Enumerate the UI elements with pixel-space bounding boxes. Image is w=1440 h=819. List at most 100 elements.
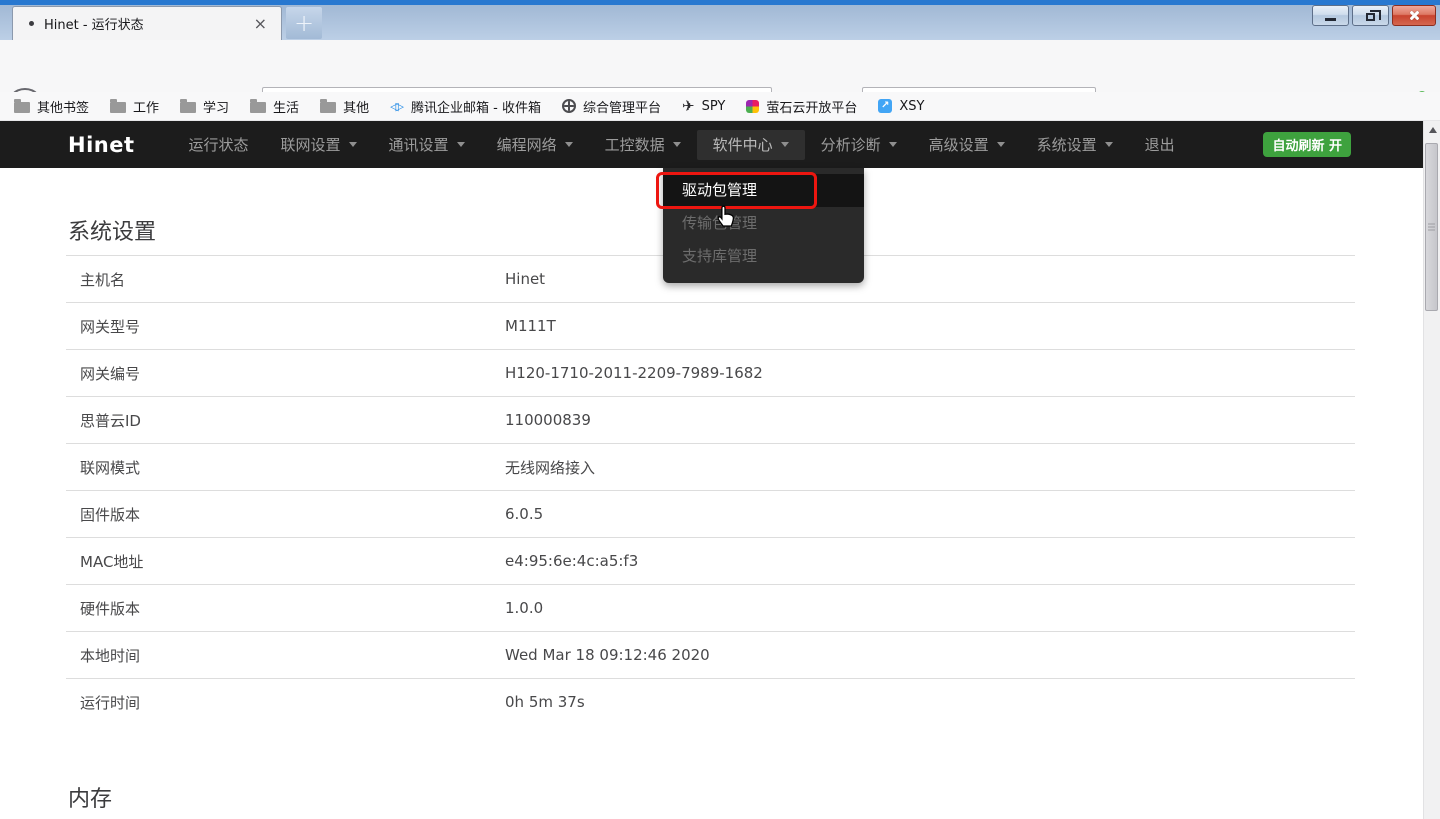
mouse-cursor-icon: [714, 201, 737, 228]
bookmark-icon: [110, 102, 126, 113]
nav-item[interactable]: 软件中心: [697, 130, 805, 160]
chevron-down-icon: [781, 142, 789, 147]
window-titlebar: Hinet - 运行状态 × +: [0, 0, 1440, 40]
nav-item-label: 工控数据: [605, 134, 665, 155]
browser-tab[interactable]: Hinet - 运行状态 ×: [12, 6, 282, 40]
bookmark-item[interactable]: 萤石云开放平台: [746, 97, 857, 116]
nav-item[interactable]: 通讯设置: [373, 130, 481, 160]
nav-item-label: 运行状态: [189, 134, 249, 155]
row-value: e4:95:6e:4c:a5:f3: [505, 552, 638, 570]
nav-item-label: 联网设置: [281, 134, 341, 155]
nav-item[interactable]: 运行状态: [173, 130, 265, 160]
nav-item[interactable]: 联网设置: [265, 130, 373, 160]
row-label: 运行时间: [66, 692, 505, 713]
table-row: 联网模式 无线网络接入: [66, 443, 1355, 490]
memory-section-title: 内存: [68, 781, 112, 813]
nav-item-label: 分析诊断: [821, 134, 881, 155]
bookmark-label: 学习: [203, 97, 229, 116]
bookmark-label: 萤石云开放平台: [766, 97, 857, 116]
close-button[interactable]: [1392, 5, 1436, 26]
bookmark-item[interactable]: 腾讯企业邮箱 - 收件箱: [390, 97, 541, 116]
row-label: 本地时间: [66, 645, 505, 666]
row-label: MAC地址: [66, 551, 505, 572]
tab-title: Hinet - 运行状态: [44, 14, 250, 33]
bookmark-label: 其他: [343, 97, 369, 116]
titlebar-accent-strip: [0, 0, 1440, 5]
table-row: 运行时间 0h 5m 37s: [66, 678, 1355, 725]
bookmark-item[interactable]: 生活: [250, 97, 299, 116]
table-row: 硬件版本 1.0.0: [66, 584, 1355, 631]
row-value: M111T: [505, 317, 556, 335]
bookmarks-bar: 其他书签 工作 学习 生活 其他 腾讯企业邮箱 - 收件箱 综合管理平台 SPY…: [0, 92, 1440, 121]
row-value: 无线网络接入: [505, 457, 595, 478]
page-content: Hinet 运行状态 联网设置 通讯设置 编程网络 工控数据: [0, 121, 1423, 819]
chevron-down-icon: [565, 142, 573, 147]
chevron-down-icon: [1105, 142, 1113, 147]
row-value: 0h 5m 37s: [505, 693, 585, 711]
bookmark-label: SPY: [702, 99, 726, 114]
new-tab-button[interactable]: +: [286, 7, 322, 39]
nav-item[interactable]: 系统设置: [1021, 130, 1129, 160]
row-value: 1.0.0: [505, 599, 543, 617]
minimize-button[interactable]: [1312, 5, 1349, 26]
bookmark-label: 其他书签: [37, 97, 89, 116]
dropdown-menu-item[interactable]: 支持库管理: [663, 240, 864, 273]
nav-item[interactable]: 退出: [1129, 130, 1191, 160]
row-label: 网关编号: [66, 363, 505, 384]
scrollbar-track[interactable]: [1423, 121, 1440, 819]
bookmark-icon: [320, 102, 336, 113]
minimize-icon: [1325, 18, 1336, 21]
bookmark-item[interactable]: 学习: [180, 97, 229, 116]
bookmark-label: 工作: [133, 97, 159, 116]
bookmark-icon: [682, 97, 695, 115]
row-value: Wed Mar 18 09:12:46 2020: [505, 646, 710, 664]
bookmark-icon: [878, 99, 892, 113]
bookmark-item[interactable]: XSY: [878, 99, 924, 114]
bookmark-icon: [746, 100, 759, 113]
nav-item-label: 软件中心: [713, 134, 773, 155]
row-label: 思普云ID: [66, 410, 505, 431]
bookmark-item[interactable]: 其他书签: [14, 97, 89, 116]
window-controls: [1312, 5, 1436, 26]
site-nav-list: 运行状态 联网设置 通讯设置 编程网络 工控数据 软件中心: [173, 130, 1191, 160]
scroll-up-button[interactable]: [1424, 121, 1440, 138]
bookmark-label: 腾讯企业邮箱 - 收件箱: [411, 97, 541, 116]
auto-refresh-toggle[interactable]: 自动刷新 开: [1263, 132, 1351, 157]
system-info-table: 主机名 Hinet 网关型号 M111T 网关编号 H120-1710-2011…: [66, 255, 1355, 725]
scrollbar-thumb[interactable]: [1425, 143, 1438, 311]
bookmark-item[interactable]: 综合管理平台: [562, 97, 661, 116]
page-title: 系统设置: [68, 214, 156, 246]
table-row: 本地时间 Wed Mar 18 09:12:46 2020: [66, 631, 1355, 678]
nav-item[interactable]: 高级设置: [913, 130, 1021, 160]
nav-item-label: 编程网络: [497, 134, 557, 155]
dropdown-menu-item[interactable]: 传输包管理: [663, 207, 864, 240]
bookmark-item[interactable]: SPY: [682, 97, 725, 115]
site-logo[interactable]: Hinet: [68, 133, 135, 157]
nav-item[interactable]: 工控数据: [589, 130, 697, 160]
restore-button[interactable]: [1352, 5, 1389, 26]
row-value: Hinet: [505, 270, 545, 288]
bookmark-icon: [562, 99, 576, 113]
bookmark-icon: [250, 102, 266, 113]
chevron-down-icon: [889, 142, 897, 147]
nav-item[interactable]: 分析诊断: [805, 130, 913, 160]
row-label: 固件版本: [66, 504, 505, 525]
chevron-down-icon: [673, 142, 681, 147]
navigation-toolbar: ← → × 192.168.9.99/cgi-bin/luci ⋯ ☆: [0, 40, 1440, 92]
bookmark-icon: [180, 102, 196, 113]
row-label: 硬件版本: [66, 598, 505, 619]
bookmark-item[interactable]: 其他: [320, 97, 369, 116]
nav-item-label: 系统设置: [1037, 134, 1097, 155]
bookmark-icon: [14, 102, 30, 113]
tab-close-icon[interactable]: ×: [250, 14, 271, 34]
chevron-down-icon: [457, 142, 465, 147]
row-value: H120-1710-2011-2209-7989-1682: [505, 364, 763, 382]
nav-item[interactable]: 编程网络: [481, 130, 589, 160]
site-navbar: Hinet 运行状态 联网设置 通讯设置 编程网络 工控数据: [0, 121, 1423, 168]
restore-icon: [1366, 13, 1375, 21]
dropdown-menu-item[interactable]: 驱动包管理: [663, 174, 864, 207]
row-label: 主机名: [66, 269, 505, 290]
nav-item-label: 退出: [1145, 134, 1175, 155]
bookmark-item[interactable]: 工作: [110, 97, 159, 116]
software-center-dropdown: 驱动包管理传输包管理支持库管理: [663, 168, 864, 283]
